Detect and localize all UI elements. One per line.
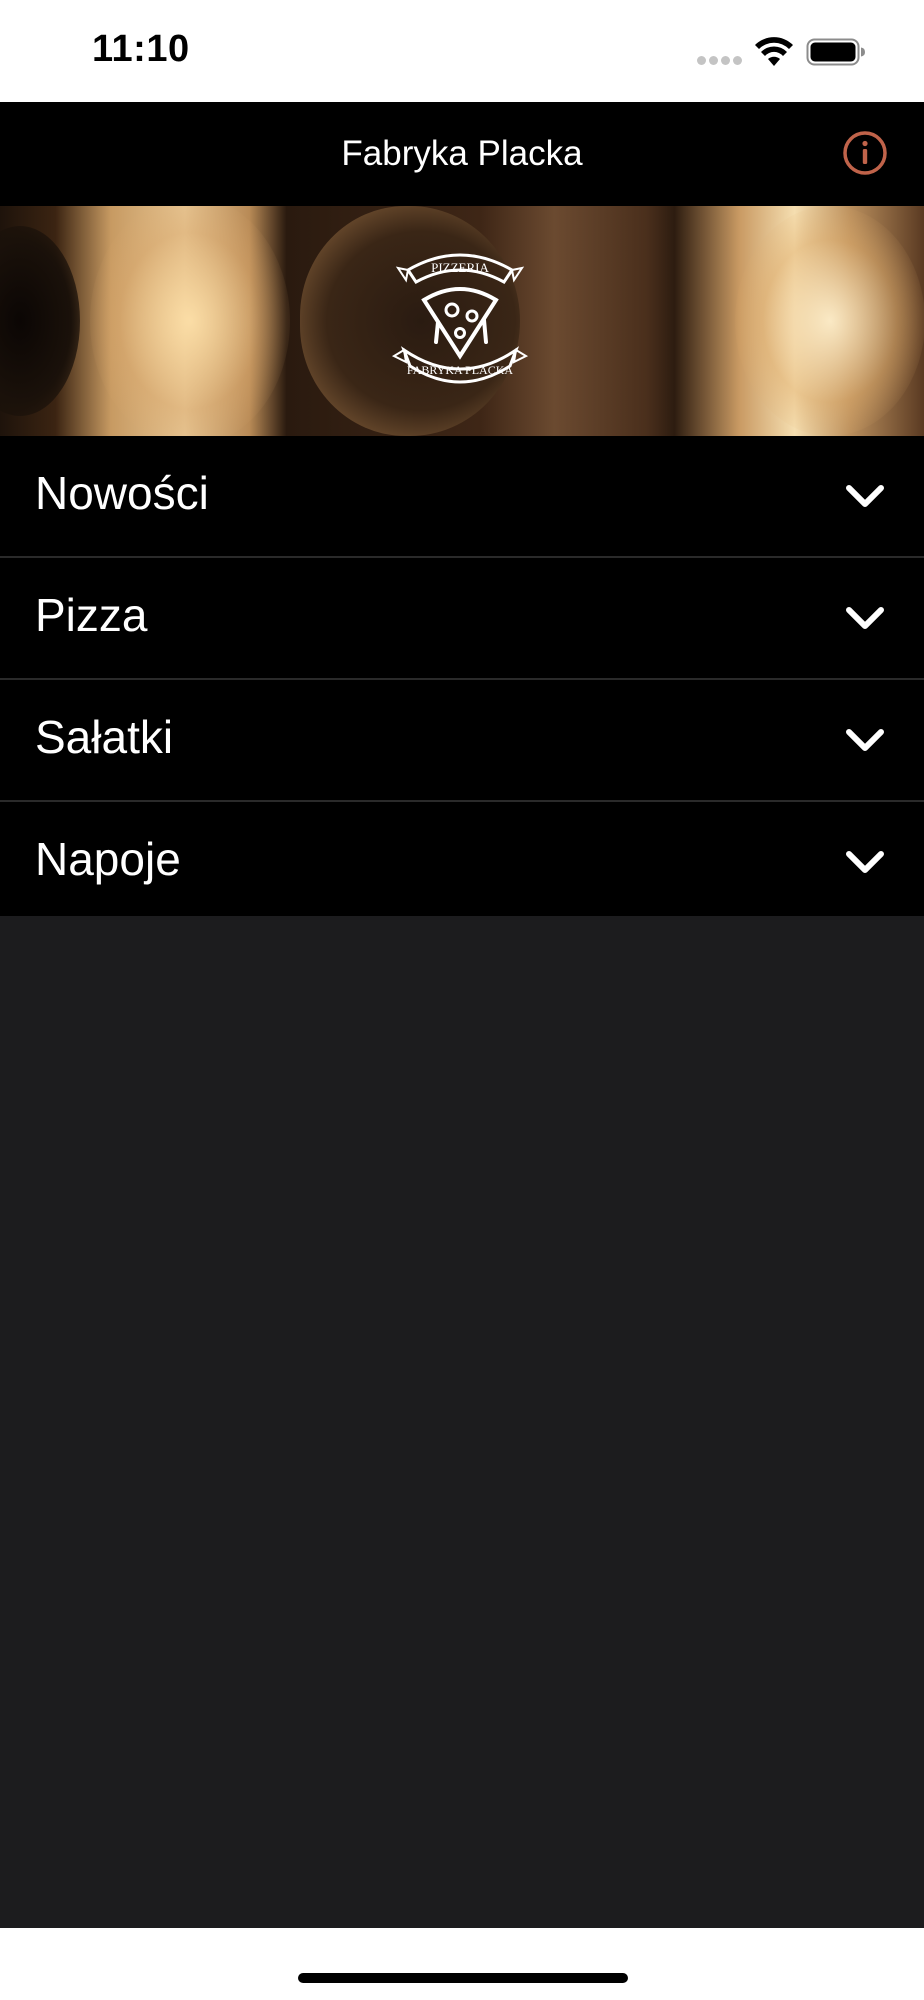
- chevron-down-icon: [846, 729, 884, 751]
- category-item-nowosci[interactable]: Nowości: [0, 436, 924, 558]
- empty-content-area: [0, 916, 924, 1928]
- category-item-salatki[interactable]: Sałatki: [0, 680, 924, 802]
- wifi-icon: [755, 37, 793, 66]
- banner-lamp-glow: [735, 206, 924, 436]
- category-item-napoje[interactable]: Napoje: [0, 802, 924, 920]
- chevron-down-icon: [846, 607, 884, 629]
- cellular-signal-icon: [697, 56, 743, 66]
- chevron-down-icon: [846, 485, 884, 507]
- status-bar: 11:10: [0, 0, 924, 102]
- navigation-bar: Fabryka Placka: [0, 102, 924, 206]
- chevron-down-icon: [846, 851, 884, 873]
- pizzeria-logo: PIZZERIA FABRYKA PLACKA: [391, 253, 529, 384]
- category-list: Nowości Pizza Sałatki Napoje: [0, 436, 924, 920]
- svg-text:PIZZERIA: PIZZERIA: [431, 260, 489, 275]
- home-indicator-area: [0, 1928, 924, 2000]
- category-label: Sałatki: [35, 711, 174, 763]
- category-item-pizza[interactable]: Pizza: [0, 558, 924, 680]
- svg-text:FABRYKA PLACKA: FABRYKA PLACKA: [407, 363, 513, 377]
- info-icon[interactable]: [842, 130, 888, 176]
- banner-lamp-glow: [90, 206, 290, 436]
- category-label: Pizza: [35, 589, 148, 641]
- category-label: Napoje: [35, 833, 181, 885]
- banner-dark-detail: [0, 226, 80, 416]
- home-indicator[interactable]: [298, 1973, 628, 1983]
- battery-icon: [806, 38, 865, 66]
- category-label: Nowości: [35, 467, 209, 519]
- status-time: 11:10: [92, 28, 190, 70]
- page-title: Fabryka Placka: [341, 134, 583, 173]
